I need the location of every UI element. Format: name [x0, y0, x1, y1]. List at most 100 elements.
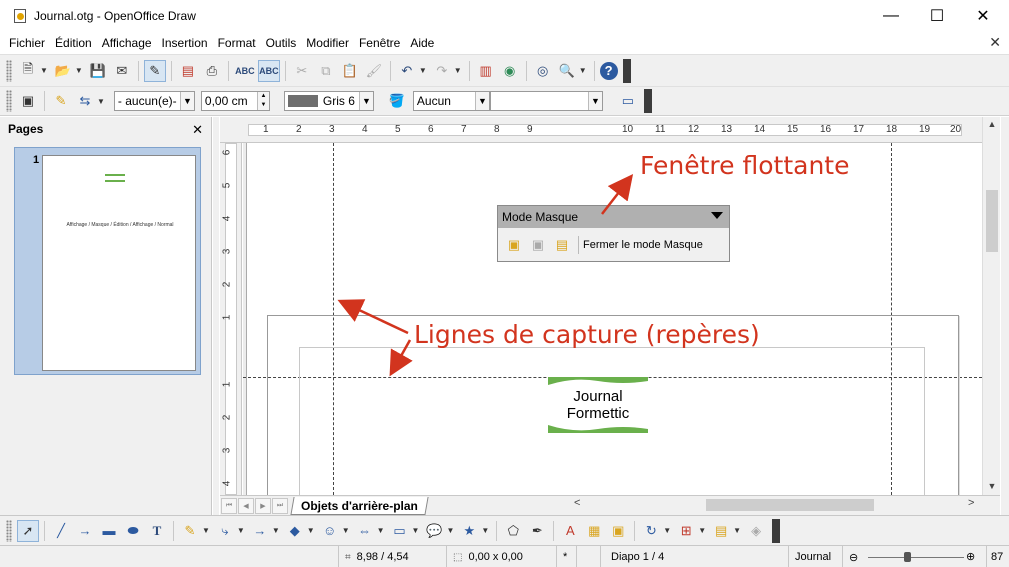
lines-arrows-icon[interactable]: →	[249, 520, 271, 542]
scroll-right-icon[interactable]: >	[968, 497, 974, 509]
toolbar-overflow-handle[interactable]	[643, 89, 652, 113]
symbol-shapes-icon[interactable]: ☺	[319, 520, 341, 542]
shadow-icon[interactable]: ▭	[617, 90, 639, 112]
line-pen-icon[interactable]: ✎	[50, 90, 72, 112]
toolbar-overflow-handle[interactable]	[622, 58, 631, 83]
chevron-down-icon[interactable]: ▼	[40, 66, 48, 75]
line-tool-icon[interactable]: ╱	[50, 520, 72, 542]
toolbar-overflow-handle[interactable]	[772, 518, 781, 543]
document-close-icon[interactable]: ✕	[989, 34, 1001, 51]
copy-icon[interactable]: ⧉	[315, 60, 337, 82]
next-tab-icon[interactable]: ▶	[255, 497, 271, 514]
arrow-style-icon[interactable]: ⇆	[74, 90, 96, 112]
chevron-down-icon[interactable]: ▼	[272, 526, 280, 535]
line-style-select[interactable]: - aucun(e)- ▼	[113, 91, 195, 111]
chevron-down-icon[interactable]: ▼	[97, 97, 105, 106]
horizontal-scroll-thumb[interactable]	[706, 499, 874, 511]
menu-outils[interactable]: Outils	[261, 36, 302, 50]
toolbar-grip[interactable]	[6, 519, 12, 542]
rectangle-tool-icon[interactable]: ▬	[98, 520, 120, 542]
close-icon[interactable]: ✕	[192, 122, 203, 138]
zoom-in-icon[interactable]: ⊕	[966, 550, 975, 563]
basic-shapes-icon[interactable]: ◆	[284, 520, 306, 542]
gallery-icon[interactable]: ▣	[607, 520, 629, 542]
zoom-out-icon[interactable]: ⊖	[849, 551, 858, 564]
menu-edition[interactable]: Édition	[50, 36, 97, 50]
rename-master-icon[interactable]: ▤	[552, 235, 572, 255]
chevron-down-icon[interactable]: ▼	[377, 526, 385, 535]
connector-tool-icon[interactable]: ⤷	[214, 520, 236, 542]
chevron-down-icon[interactable]: ▼	[587, 92, 602, 110]
align-icon[interactable]: ⊞	[675, 520, 697, 542]
slide-thumbnail-selected[interactable]: 1 Affichage / Masque / Édition / Afficha…	[14, 147, 201, 375]
chevron-down-icon[interactable]: ▼	[237, 526, 245, 535]
arrow-tool-icon[interactable]: →	[74, 520, 96, 542]
glue-points-icon[interactable]: ✒	[526, 520, 548, 542]
chevron-down-icon[interactable]: ▼	[202, 526, 210, 535]
scroll-left-icon[interactable]: <	[574, 497, 580, 509]
chevron-down-icon[interactable]: ▼	[733, 526, 741, 535]
callouts-icon[interactable]: 💬	[423, 520, 445, 542]
tab-background-objects[interactable]: Objets d'arrière-plan	[290, 496, 429, 515]
menu-affichage[interactable]: Affichage	[97, 36, 157, 50]
toolbar-grip[interactable]	[6, 59, 12, 82]
fill-bucket-icon[interactable]: 🪣	[386, 90, 408, 112]
print-icon[interactable]: ⎙	[201, 60, 223, 82]
delete-master-icon[interactable]: ▣	[528, 235, 548, 255]
chevron-down-icon[interactable]: ▼	[474, 92, 489, 110]
vertical-ruler[interactable]: 6 5 4 3 2 1 1 2 3 4	[220, 143, 242, 495]
journal-logo[interactable]: Journal Formettic	[548, 377, 648, 433]
dropdown-triangle-icon[interactable]	[711, 212, 723, 219]
email-icon[interactable]: ✉	[111, 60, 133, 82]
fontwork-gallery-icon[interactable]: A	[559, 520, 581, 542]
vertical-scrollbar[interactable]: ▲ ▼	[982, 117, 1000, 495]
close-master-mode-button[interactable]: Fermer le mode Masque	[583, 239, 703, 251]
chevron-down-icon[interactable]: ▼	[419, 66, 427, 75]
line-width-field[interactable]: 0,00 cm ▲ ▼	[200, 91, 270, 111]
scroll-down-icon[interactable]: ▼	[983, 481, 1001, 495]
close-button[interactable]: ✕	[960, 0, 1006, 32]
fontwork-icon[interactable]: ◉	[499, 60, 521, 82]
open-folder-icon[interactable]: 📂	[52, 60, 74, 82]
extrusion-icon[interactable]: ◈	[745, 520, 767, 542]
edit-mode-icon[interactable]: ✎	[143, 59, 166, 82]
horizontal-ruler[interactable]: 1 2 3 4 5 6 7 8 9 10 11 12 13 14 15 16 1…	[242, 117, 982, 143]
clone-format-icon[interactable]: 🖌	[363, 60, 385, 82]
sidebar-grip[interactable]	[1001, 117, 1009, 515]
flowchart-icon[interactable]: ▭	[389, 520, 411, 542]
chevron-down-icon[interactable]: ▼	[481, 526, 489, 535]
save-icon[interactable]: 💾	[87, 60, 109, 82]
points-icon[interactable]: ⬠	[502, 520, 524, 542]
status-master[interactable]: Journal	[788, 546, 842, 567]
vertical-scroll-thumb[interactable]	[986, 190, 998, 252]
horizontal-scrollbar[interactable]: < >	[572, 497, 980, 513]
chevron-down-icon[interactable]: ▼	[75, 66, 83, 75]
stars-icon[interactable]: ★	[458, 520, 480, 542]
menu-aide[interactable]: Aide	[405, 36, 439, 50]
chevron-down-icon[interactable]: ▼	[579, 66, 587, 75]
area-style-select[interactable]: Aucun ▼	[412, 91, 490, 111]
zoom-slider-knob[interactable]	[904, 552, 911, 562]
drawing-canvas[interactable]: Journal Formettic	[243, 143, 982, 495]
undo-icon[interactable]: ↶	[396, 60, 418, 82]
toolbar-grip[interactable]	[6, 90, 12, 112]
floating-toolbar-titlebar[interactable]: Mode Masque	[498, 206, 729, 228]
zoom-icon[interactable]: 🔍	[556, 60, 578, 82]
chevron-down-icon[interactable]: ▼	[663, 526, 671, 535]
zoom-value[interactable]: 87	[986, 546, 1009, 567]
minimize-button[interactable]: —	[868, 0, 914, 32]
menu-modifier[interactable]: Modifier	[301, 36, 354, 50]
rotate-icon[interactable]: ↻	[640, 520, 662, 542]
scroll-up-icon[interactable]: ▲	[983, 119, 1001, 133]
maximize-button[interactable]: ☐	[914, 0, 960, 32]
redo-icon[interactable]: ↷	[431, 60, 453, 82]
export-pdf-icon[interactable]: ▤	[177, 60, 199, 82]
from-file-icon[interactable]: ▦	[583, 520, 605, 542]
line-color-select[interactable]: Gris 6 ▼	[283, 91, 374, 111]
chart-icon[interactable]: ▥	[475, 60, 497, 82]
menu-insertion[interactable]: Insertion	[157, 36, 213, 50]
ellipse-tool-icon[interactable]: ⬬	[122, 520, 144, 542]
block-arrows-icon[interactable]: ⇔	[354, 520, 376, 542]
status-modified[interactable]: *	[556, 546, 576, 567]
arrange-icon[interactable]: ▤	[710, 520, 732, 542]
